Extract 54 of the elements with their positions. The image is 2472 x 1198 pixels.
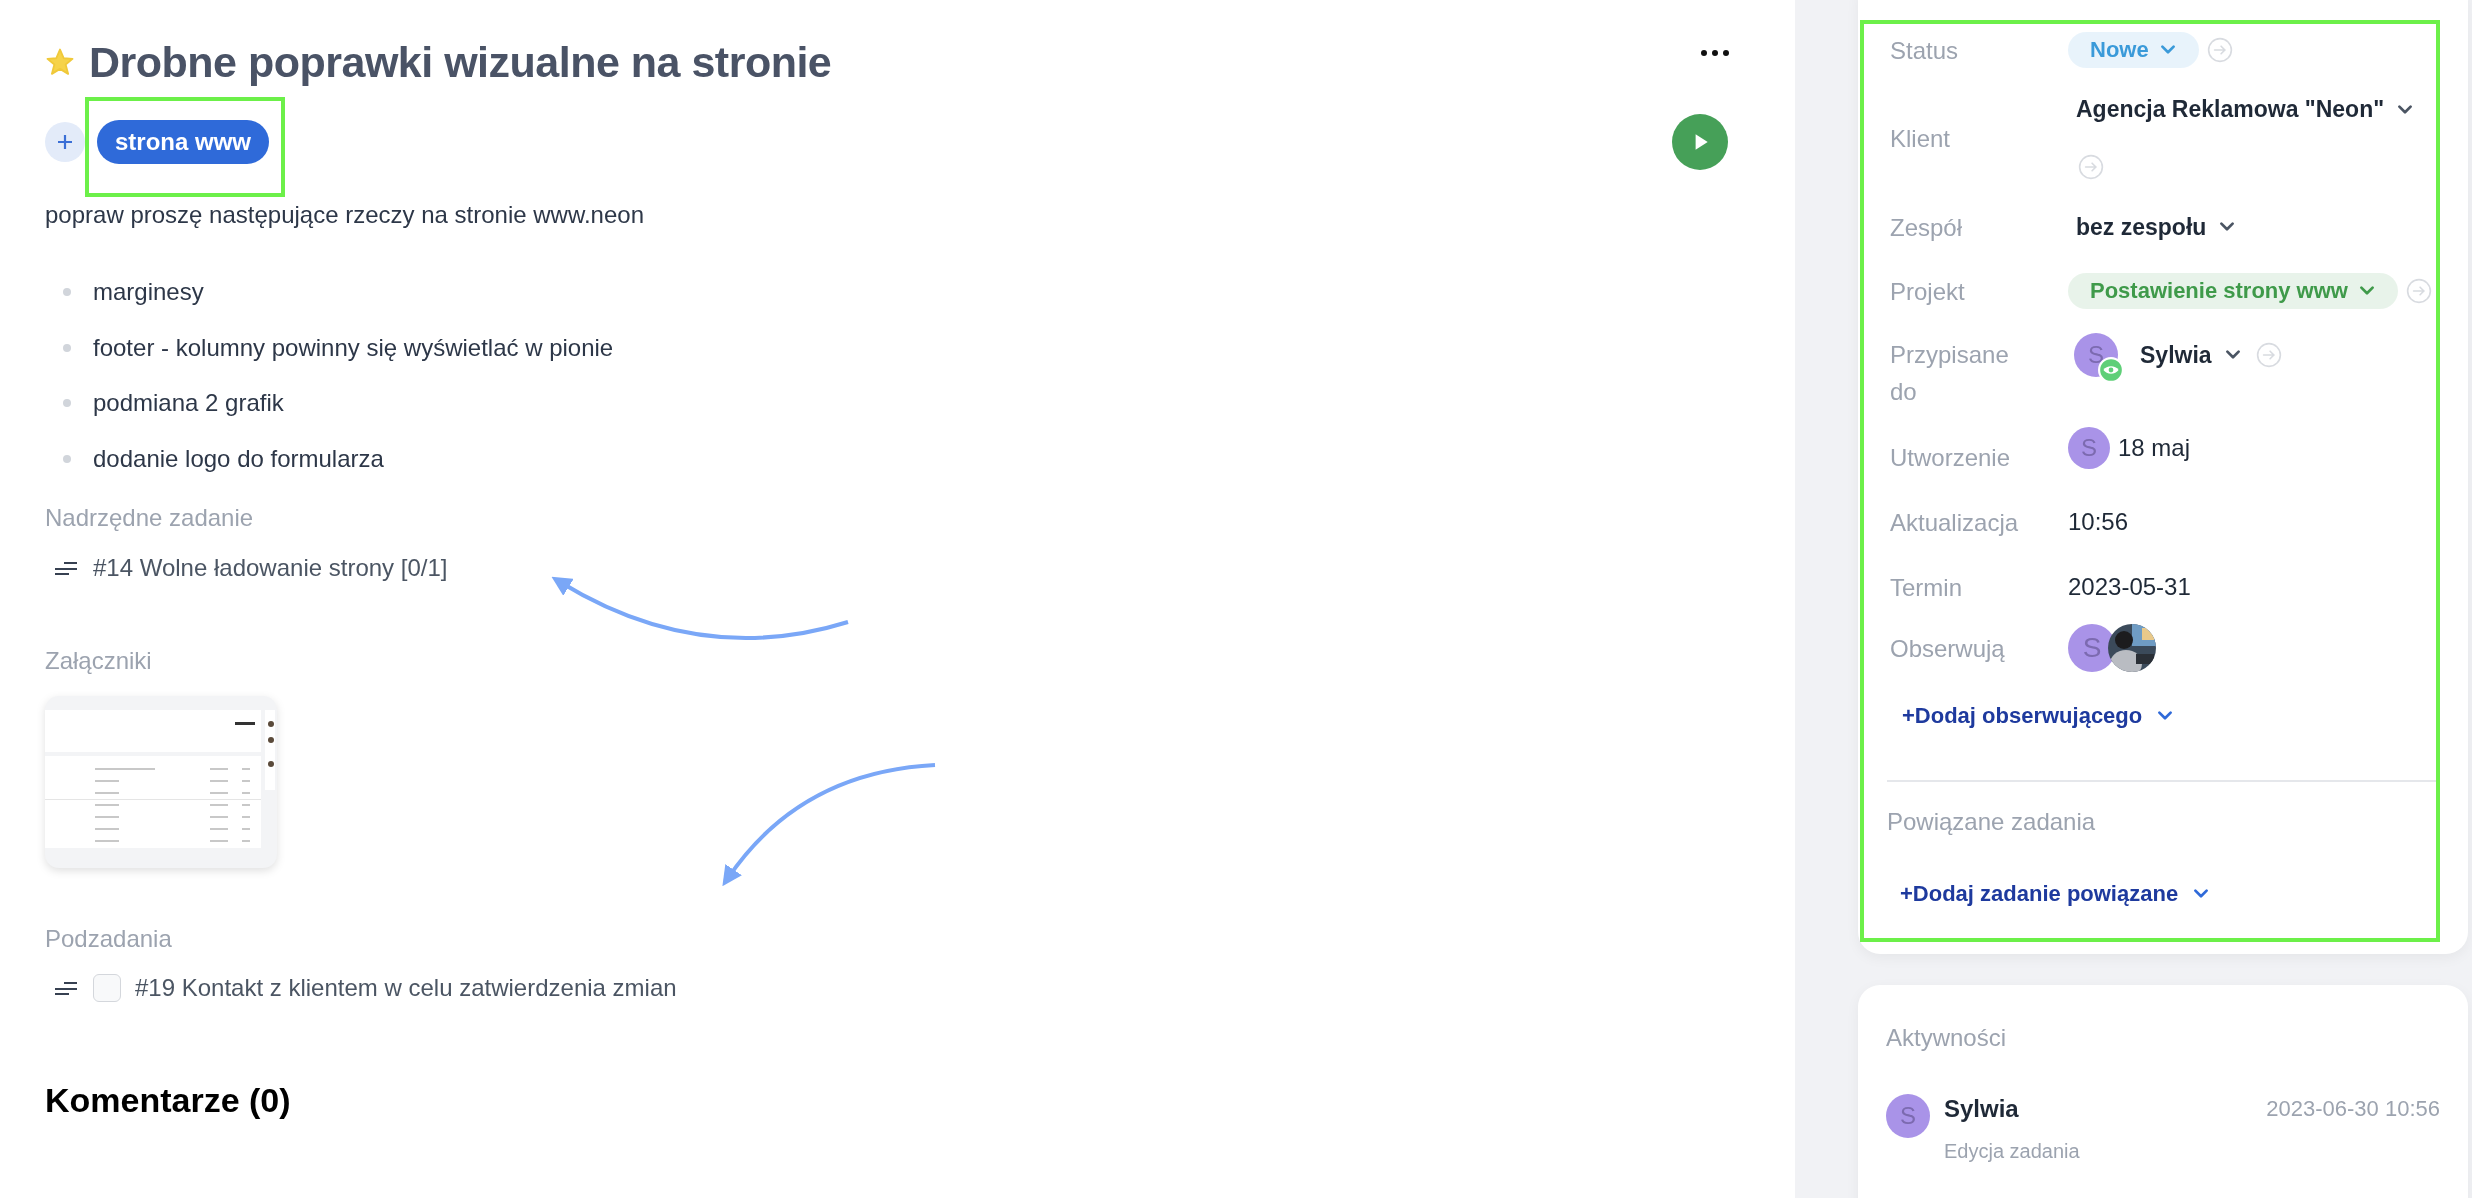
list-item: marginesy <box>93 278 204 306</box>
field-label: Zespół <box>1889 212 1964 243</box>
plus-icon <box>55 132 75 152</box>
field-label: Status <box>1889 35 1960 66</box>
more-button[interactable] <box>1700 48 1730 58</box>
arrow-circle-icon[interactable] <box>2206 37 2233 63</box>
add-related-button[interactable]: +Dodaj zadanie powiązane <box>1900 877 2211 910</box>
date-text: 18 maj <box>2118 434 2191 462</box>
description-text: popraw proszę następujące rzeczy na stronie www.neon <box>45 200 645 230</box>
comments-heading: Komentarze (0) <box>45 1079 292 1121</box>
list-item: podmiana 2 grafik <box>93 389 284 417</box>
task-link[interactable]: #19 Kontakt z klientem w celu zatwierdzenia zmian <box>135 969 677 1006</box>
section-heading: Załączniki <box>45 645 153 676</box>
activity-text: Edycja zadania <box>1944 1139 2081 1163</box>
avatar: S <box>2068 427 2110 469</box>
select-dropdown[interactable]: Sylwia <box>2132 341 2242 369</box>
section-heading: Podzadania <box>45 923 173 954</box>
list-item: dodanie logo do formularza <box>93 444 384 473</box>
task-link[interactable]: #14 Wolne ładowanie strony [0/1] <box>93 549 448 586</box>
add-watcher-button[interactable]: +Dodaj obserwującego <box>1902 700 2175 732</box>
bullet-icon <box>63 343 71 352</box>
tag-chip[interactable]: strona www <box>97 120 270 164</box>
select-dropdown[interactable]: Agencja Reklamowa "Neon" <box>2068 96 2415 123</box>
bullet-icon <box>63 288 71 296</box>
section-heading: Aktywności <box>1886 1022 2008 1053</box>
arrow-circle-icon[interactable] <box>2405 278 2432 304</box>
field-label: Przypisane do <box>1889 340 2010 407</box>
add-tag-button[interactable] <box>45 122 85 162</box>
user-name: Sylwia <box>1944 1093 2019 1124</box>
lines-icon <box>53 560 79 575</box>
play-button[interactable] <box>1672 114 1728 170</box>
field-label: Aktualizacja <box>1889 507 2020 538</box>
field-label: Termin <box>1889 572 1963 603</box>
field-value: 10:56 <box>2068 508 2129 536</box>
lines-icon <box>53 980 79 995</box>
bullet-icon <box>63 454 71 463</box>
field-value: 2023-05-31 <box>2068 573 2191 601</box>
arrow-circle-icon[interactable] <box>2255 342 2282 368</box>
arrow-circle-icon[interactable] <box>2078 154 2104 180</box>
list-item: footer - kolumny powinny się wyświetlać w pionie <box>93 333 614 362</box>
field-label: Klient <box>1889 124 1952 154</box>
avatar: S <box>1886 1093 1930 1138</box>
section-heading: Nadrzędne zadanie <box>45 502 255 533</box>
select-dropdown[interactable]: bez zespołu <box>2068 213 2237 241</box>
field-label: Projekt <box>1889 276 1966 307</box>
bullet-icon <box>63 399 71 407</box>
star-icon[interactable] <box>45 47 75 77</box>
field-label: Obserwują <box>1889 633 2006 664</box>
timestamp: 2023-06-30 10:56 <box>2266 1094 2440 1123</box>
attachment-thumbnail[interactable] <box>45 695 277 868</box>
checkbox[interactable] <box>93 973 121 1002</box>
field-label: Utworzenie <box>1889 442 2012 473</box>
task-title: Drobne poprawki wizualne na stronie <box>89 37 832 87</box>
section-heading: Powiązane zadania <box>1887 806 2097 837</box>
